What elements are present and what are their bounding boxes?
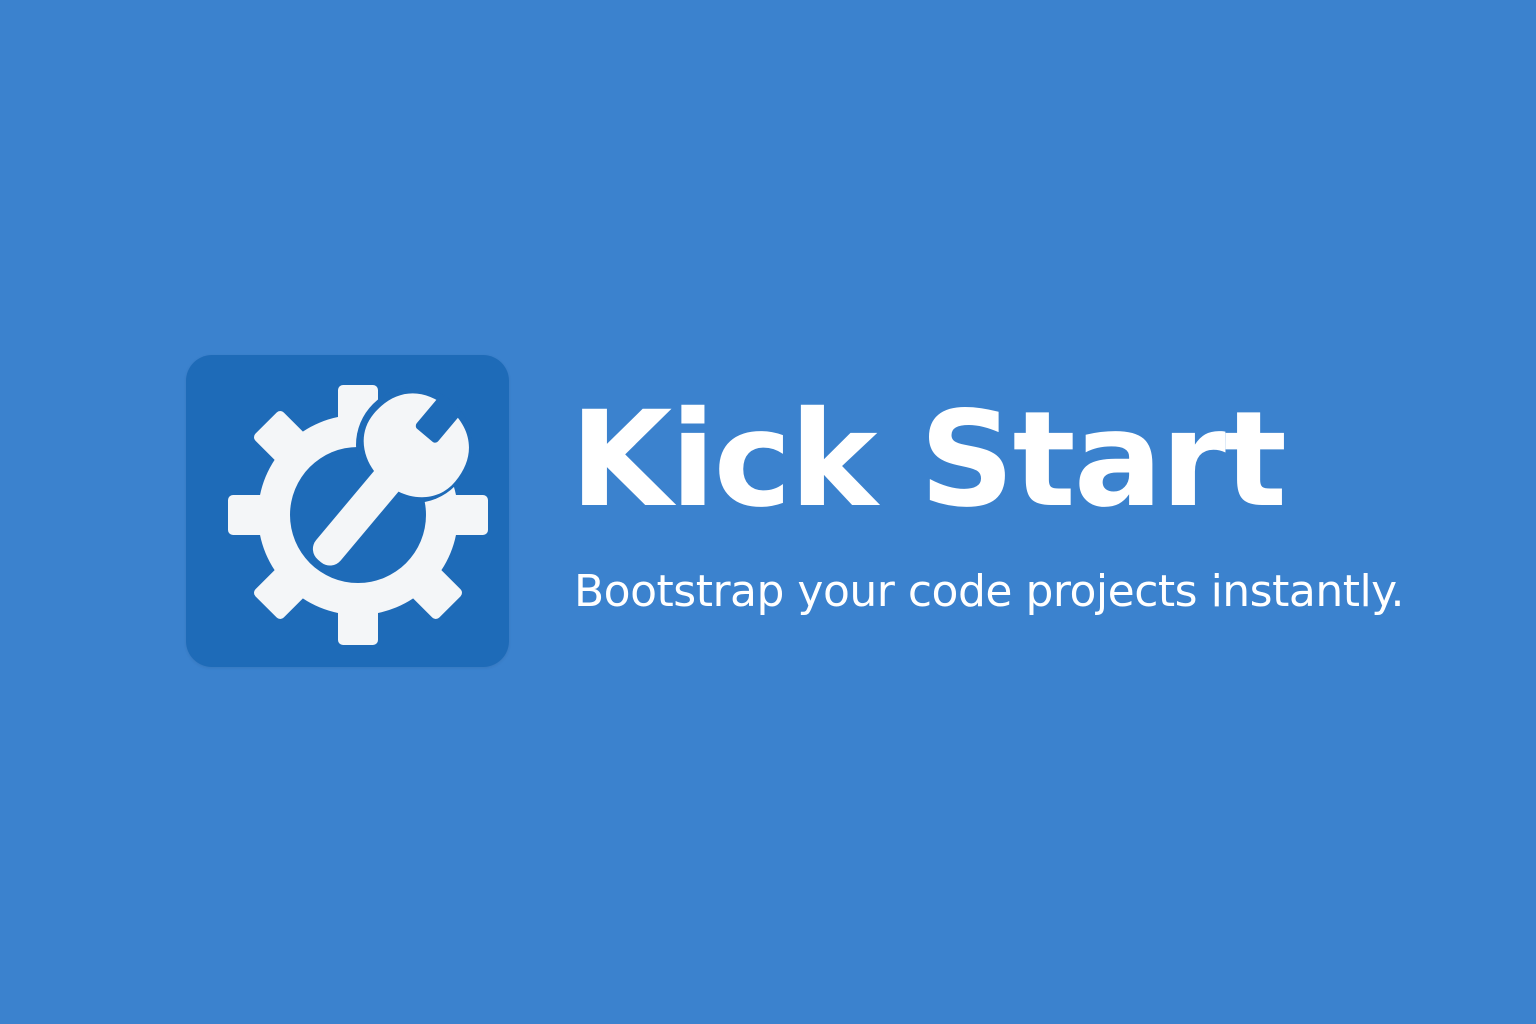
brand-title: Kick Start: [570, 383, 1287, 537]
gear-wrench-icon: [228, 385, 488, 645]
logo-tile: [186, 355, 509, 667]
brand-tagline: Bootstrap your code projects instantly.: [574, 566, 1404, 617]
